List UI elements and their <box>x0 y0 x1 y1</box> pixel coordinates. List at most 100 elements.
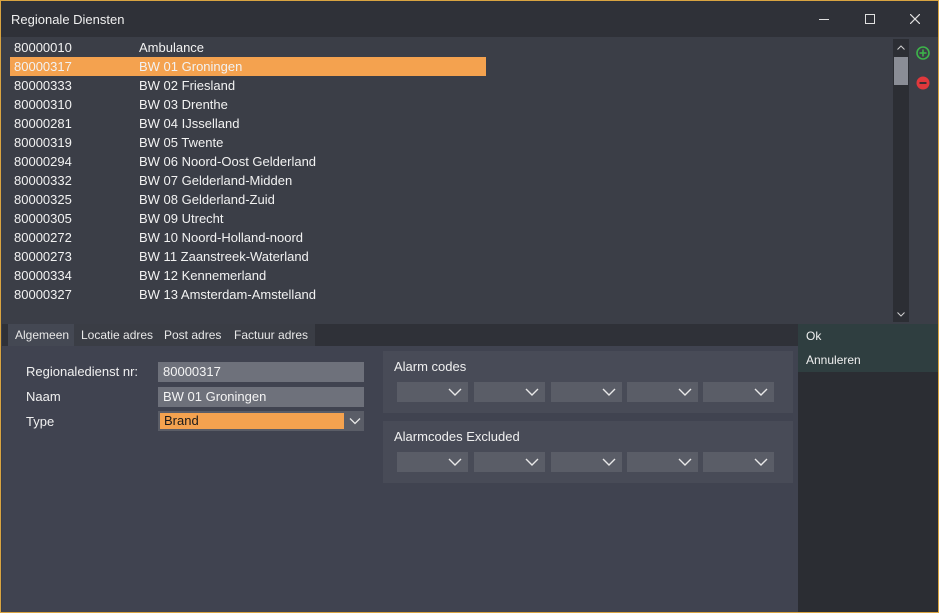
list-item[interactable]: 80000310 BW 03 Drenthe <box>10 95 486 114</box>
list-scrollbar[interactable] <box>893 39 909 322</box>
alarm-codes-title: Alarm codes <box>394 359 467 374</box>
list-item[interactable]: 80000325 BW 08 Gelderland-Zuid <box>10 190 486 209</box>
list-item-code: 80000294 <box>14 154 72 169</box>
list-item-code: 80000333 <box>14 78 72 93</box>
regionale-diensten-window: Regionale Diensten 80000010 Ambulance 8000… <box>0 0 939 613</box>
list-item[interactable]: 80000333 BW 02 Friesland <box>10 76 486 95</box>
list-item-name: BW 02 Friesland <box>139 78 236 93</box>
list-item-code: 80000332 <box>14 173 72 188</box>
list-item[interactable]: 80000332 BW 07 Gelderland-Midden <box>10 171 486 190</box>
list-item[interactable]: 80000319 BW 05 Twente <box>10 133 486 152</box>
list-item-code: 80000273 <box>14 249 72 264</box>
list-item-name: Ambulance <box>139 40 205 55</box>
list-item-name: BW 09 Utrecht <box>139 211 224 226</box>
add-button[interactable] <box>916 46 930 60</box>
list-item-code: 80000319 <box>14 135 72 150</box>
alarm-code-dropdown-3[interactable] <box>551 382 622 402</box>
tab-factuur-adres[interactable]: Factuur adres <box>227 324 317 346</box>
excluded-code-dropdown-1[interactable] <box>397 452 468 472</box>
list-item[interactable]: 80000272 BW 10 Noord-Holland-noord <box>10 228 486 247</box>
alarmcodes-excluded-group: Alarmcodes Excluded <box>383 421 793 483</box>
list-item[interactable]: 80000281 BW 04 IJsselland <box>10 114 486 133</box>
list-item-code: 80000010 <box>14 40 72 55</box>
chevron-down-icon <box>602 388 616 396</box>
list-item-code: 80000327 <box>14 287 72 302</box>
type-select-value: Brand <box>160 413 344 429</box>
add-circle-icon <box>916 46 930 60</box>
list-item[interactable]: 80000294 BW 06 Noord-Oost Gelderland <box>10 152 486 171</box>
list-item[interactable]: 80000273 BW 11 Zaanstreek-Waterland <box>10 247 486 266</box>
alarm-codes-group: Alarm codes <box>383 351 793 413</box>
naam-label: Naam <box>26 389 61 404</box>
excluded-code-dropdown-3[interactable] <box>551 452 622 472</box>
list-item-name: BW 11 Zaanstreek-Waterland <box>139 249 309 264</box>
chevron-down-icon <box>448 388 462 396</box>
list-item-code: 80000310 <box>14 97 72 112</box>
list-item-code: 80000272 <box>14 230 72 245</box>
maximize-icon <box>865 14 875 24</box>
title-bar: Regionale Diensten <box>1 1 938 37</box>
algemeen-panel: Regionaledienst nr: 80000317 Naam BW 01 … <box>2 346 798 612</box>
remove-button[interactable] <box>916 76 930 90</box>
chevron-down-icon <box>525 458 539 466</box>
list-item-name: BW 03 Drenthe <box>139 97 228 112</box>
nr-label: Regionaledienst nr: <box>26 364 139 379</box>
alarm-code-dropdown-4[interactable] <box>627 382 698 402</box>
list-item-code: 80000317 <box>14 59 72 74</box>
tab-algemeen[interactable]: Algemeen <box>8 324 78 346</box>
regionale-diensten-list[interactable]: 80000010 Ambulance 80000317 BW 01 Groningen… <box>2 37 893 323</box>
list-item-name: BW 06 Noord-Oost Gelderland <box>139 154 317 169</box>
maximize-button[interactable] <box>847 1 893 37</box>
list-item-name: BW 10 Noord-Holland-noord <box>139 230 304 245</box>
type-label: Type <box>26 414 55 429</box>
list-item-name: BW 08 Gelderland-Zuid <box>139 192 275 207</box>
close-button[interactable] <box>892 1 938 37</box>
scroll-down-button[interactable] <box>893 306 909 322</box>
chevron-down-icon <box>754 388 768 396</box>
nr-field[interactable]: 80000317 <box>158 362 364 382</box>
naam-field[interactable]: BW 01 Groningen <box>158 387 364 407</box>
excluded-code-dropdown-4[interactable] <box>627 452 698 472</box>
excluded-code-dropdown-2[interactable] <box>474 452 545 472</box>
list-item-name: BW 12 Kennemerland <box>139 268 267 283</box>
chevron-down-icon <box>678 388 692 396</box>
annuleren-button[interactable]: Annuleren <box>798 348 938 372</box>
tab-post-adres[interactable]: Post adres <box>157 324 230 346</box>
alarm-code-dropdown-2[interactable] <box>474 382 545 402</box>
action-sidebar: Ok Annuleren <box>798 324 938 612</box>
remove-circle-icon <box>916 76 930 90</box>
window-title: Regionale Diensten <box>11 12 125 27</box>
close-icon <box>910 14 920 24</box>
list-item-name: BW 01 Groningen <box>139 59 243 74</box>
minimize-icon <box>819 19 829 20</box>
excluded-code-dropdown-5[interactable] <box>703 452 774 472</box>
list-item[interactable]: 80000305 BW 09 Utrecht <box>10 209 486 228</box>
list-item-name: BW 07 Gelderland-Midden <box>139 173 293 188</box>
type-select[interactable]: Brand <box>158 411 364 431</box>
list-item-name: BW 13 Amsterdam-Amstelland <box>139 287 317 302</box>
chevron-down-icon <box>897 311 905 317</box>
alarm-code-dropdown-1[interactable] <box>397 382 468 402</box>
scroll-thumb[interactable] <box>894 57 908 85</box>
chevron-down-icon <box>602 458 616 466</box>
chevron-up-icon <box>897 44 905 50</box>
list-item-code: 80000281 <box>14 116 72 131</box>
list-item[interactable]: 80000334 BW 12 Kennemerland <box>10 266 486 285</box>
tab-locatie-adres[interactable]: Locatie adres <box>74 324 162 346</box>
detail-tabs: Algemeen Locatie adres Post adres Factuu… <box>2 324 798 346</box>
list-item[interactable]: 80000327 BW 13 Amsterdam-Amstelland <box>10 285 486 304</box>
alarmcodes-excluded-title: Alarmcodes Excluded <box>394 429 520 444</box>
scroll-up-button[interactable] <box>893 39 909 55</box>
chevron-down-icon <box>678 458 692 466</box>
ok-button[interactable]: Ok <box>798 324 938 348</box>
list-item[interactable]: 80000317 BW 01 Groningen <box>10 57 486 76</box>
chevron-down-icon <box>525 388 539 396</box>
minimize-button[interactable] <box>801 1 847 37</box>
list-item-code: 80000325 <box>14 192 72 207</box>
alarm-code-dropdown-5[interactable] <box>703 382 774 402</box>
list-item[interactable]: 80000010 Ambulance <box>10 38 486 57</box>
chevron-down-icon <box>349 418 361 425</box>
list-item-name: BW 04 IJsselland <box>139 116 240 131</box>
chevron-down-icon <box>754 458 768 466</box>
list-item-code: 80000334 <box>14 268 72 283</box>
